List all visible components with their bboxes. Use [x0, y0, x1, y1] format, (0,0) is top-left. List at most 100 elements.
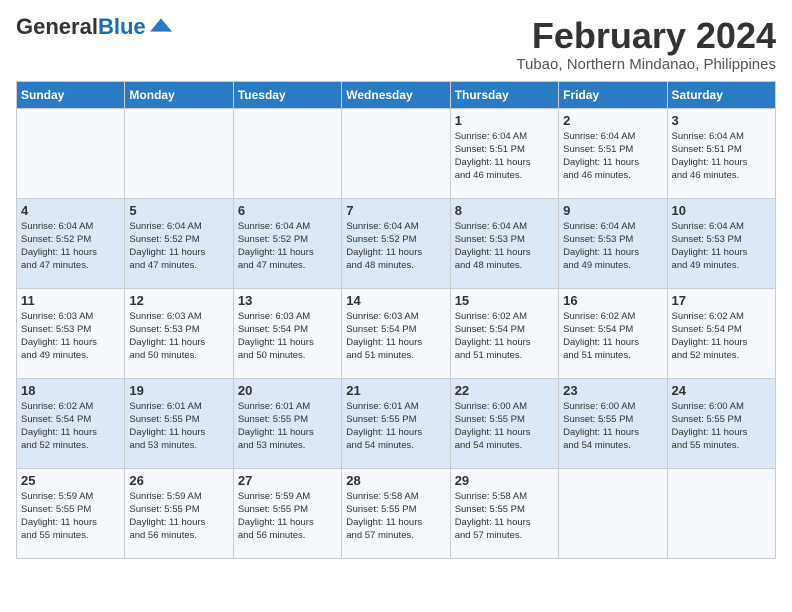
- calendar-cell: 22 Sunrise: 6:00 AM Sunset: 5:55 PM Dayli…: [450, 378, 558, 468]
- calendar-cell: 16 Sunrise: 6:02 AM Sunset: 5:54 PM Dayli…: [559, 288, 667, 378]
- day-info: Sunrise: 5:59 AM Sunset: 5:55 PM Dayligh…: [238, 490, 337, 543]
- day-number: 6: [238, 203, 337, 218]
- day-info: Sunrise: 6:03 AM Sunset: 5:54 PM Dayligh…: [238, 310, 337, 363]
- calendar-cell: 12Sunrise: 6:03 AM Sunset: 5:53 PM Dayli…: [125, 288, 233, 378]
- weekday-header-wednesday: Wednesday: [342, 81, 450, 108]
- calendar-cell: 7Sunrise: 6:04 AM Sunset: 5:52 PM Daylig…: [342, 198, 450, 288]
- calendar-cell: [559, 468, 667, 558]
- day-info: Sunrise: 6:04 AM Sunset: 5:52 PM Dayligh…: [238, 220, 337, 273]
- calendar-cell: 4 Sunrise: 6:04 AM Sunset: 5:52 PM Daylig…: [17, 198, 125, 288]
- calendar-cell: 8Sunrise: 6:04 AM Sunset: 5:53 PM Daylig…: [450, 198, 558, 288]
- weekday-header-sunday: Sunday: [17, 81, 125, 108]
- month-year: February 2024: [516, 16, 776, 56]
- day-info: Sunrise: 6:00 AM Sunset: 5:55 PM Dayligh…: [563, 400, 662, 453]
- day-number: 19: [129, 383, 228, 398]
- calendar-week-row: 25 Sunrise: 5:59 AM Sunset: 5:55 PM Dayli…: [17, 468, 776, 558]
- calendar-cell: 5 Sunrise: 6:04 AM Sunset: 5:52 PM Daylig…: [125, 198, 233, 288]
- day-number: 27: [238, 473, 337, 488]
- day-info: Sunrise: 6:03 AM Sunset: 5:53 PM Dayligh…: [129, 310, 228, 363]
- day-info: Sunrise: 6:02 AM Sunset: 5:54 PM Dayligh…: [672, 310, 771, 363]
- day-number: 2: [563, 113, 662, 128]
- day-info: Sunrise: 6:03 AM Sunset: 5:53 PM Dayligh…: [21, 310, 120, 363]
- day-info: Sunrise: 6:02 AM Sunset: 5:54 PM Dayligh…: [455, 310, 554, 363]
- calendar-cell: [17, 108, 125, 198]
- logo-general: General: [16, 14, 98, 39]
- day-number: 11: [21, 293, 120, 308]
- logo-text: GeneralBlue: [16, 16, 146, 38]
- day-number: 3: [672, 113, 771, 128]
- day-info: Sunrise: 5:59 AM Sunset: 5:55 PM Dayligh…: [129, 490, 228, 543]
- calendar-week-row: 11 Sunrise: 6:03 AM Sunset: 5:53 PM Dayli…: [17, 288, 776, 378]
- calendar-cell: 3 Sunrise: 6:04 AM Sunset: 5:51 PM Daylig…: [667, 108, 775, 198]
- calendar-cell: 1Sunrise: 6:04 AM Sunset: 5:51 PM Daylig…: [450, 108, 558, 198]
- calendar-cell: 24 Sunrise: 6:00 AM Sunset: 5:55 PM Dayli…: [667, 378, 775, 468]
- day-info: Sunrise: 6:01 AM Sunset: 5:55 PM Dayligh…: [129, 400, 228, 453]
- calendar-table: SundayMondayTuesdayWednesdayThursdayFrid…: [16, 81, 776, 559]
- page-header: GeneralBlue February 2024 Tubao, Norther…: [16, 16, 776, 73]
- weekday-header-monday: Monday: [125, 81, 233, 108]
- calendar-cell: 9 Sunrise: 6:04 AM Sunset: 5:53 PM Daylig…: [559, 198, 667, 288]
- calendar-week-row: 18Sunrise: 6:02 AM Sunset: 5:54 PM Dayli…: [17, 378, 776, 468]
- day-number: 5: [129, 203, 228, 218]
- calendar-cell: 6 Sunrise: 6:04 AM Sunset: 5:52 PM Daylig…: [233, 198, 341, 288]
- calendar-cell: 21 Sunrise: 6:01 AM Sunset: 5:55 PM Dayli…: [342, 378, 450, 468]
- calendar-cell: 2Sunrise: 6:04 AM Sunset: 5:51 PM Daylig…: [559, 108, 667, 198]
- day-number: 25: [21, 473, 120, 488]
- day-number: 29: [455, 473, 554, 488]
- calendar-cell: 10Sunrise: 6:04 AM Sunset: 5:53 PM Dayli…: [667, 198, 775, 288]
- day-number: 10: [672, 203, 771, 218]
- day-number: 9: [563, 203, 662, 218]
- day-info: Sunrise: 6:00 AM Sunset: 5:55 PM Dayligh…: [672, 400, 771, 453]
- day-info: Sunrise: 6:04 AM Sunset: 5:52 PM Dayligh…: [346, 220, 445, 273]
- day-info: Sunrise: 5:58 AM Sunset: 5:55 PM Dayligh…: [455, 490, 554, 543]
- calendar-cell: 25 Sunrise: 5:59 AM Sunset: 5:55 PM Dayli…: [17, 468, 125, 558]
- day-info: Sunrise: 6:03 AM Sunset: 5:54 PM Dayligh…: [346, 310, 445, 363]
- day-number: 14: [346, 293, 445, 308]
- day-number: 26: [129, 473, 228, 488]
- day-info: Sunrise: 6:00 AM Sunset: 5:55 PM Dayligh…: [455, 400, 554, 453]
- logo-arrow-icon: [150, 18, 172, 32]
- calendar-cell: 23 Sunrise: 6:00 AM Sunset: 5:55 PM Dayli…: [559, 378, 667, 468]
- day-number: 20: [238, 383, 337, 398]
- location: Tubao, Northern Mindanao, Philippines: [516, 56, 776, 73]
- day-number: 22: [455, 383, 554, 398]
- day-info: Sunrise: 6:01 AM Sunset: 5:55 PM Dayligh…: [238, 400, 337, 453]
- day-info: Sunrise: 5:59 AM Sunset: 5:55 PM Dayligh…: [21, 490, 120, 543]
- day-number: 21: [346, 383, 445, 398]
- day-number: 1: [455, 113, 554, 128]
- calendar-cell: [233, 108, 341, 198]
- weekday-header-friday: Friday: [559, 81, 667, 108]
- calendar-cell: 14 Sunrise: 6:03 AM Sunset: 5:54 PM Dayli…: [342, 288, 450, 378]
- day-info: Sunrise: 6:02 AM Sunset: 5:54 PM Dayligh…: [21, 400, 120, 453]
- day-info: Sunrise: 6:04 AM Sunset: 5:53 PM Dayligh…: [563, 220, 662, 273]
- calendar-cell: 18Sunrise: 6:02 AM Sunset: 5:54 PM Dayli…: [17, 378, 125, 468]
- calendar-body: 1 Sunrise: 6:04 AM Sunset: 5:51 PM Daylig…: [17, 108, 776, 558]
- calendar-cell: [125, 108, 233, 198]
- calendar-cell: 29 Sunrise: 5:58 AM Sunset: 5:55 PM Dayli…: [450, 468, 558, 558]
- calendar-cell: 20 Sunrise: 6:01 AM Sunset: 5:55 PM Dayli…: [233, 378, 341, 468]
- calendar-cell: 13Sunrise: 6:03 AM Sunset: 5:54 PM Dayli…: [233, 288, 341, 378]
- day-info: Sunrise: 6:04 AM Sunset: 5:51 PM Dayligh…: [672, 130, 771, 183]
- calendar-cell: [342, 108, 450, 198]
- calendar-week-row: 1 Sunrise: 6:04 AM Sunset: 5:51 PM Daylig…: [17, 108, 776, 198]
- weekday-header-saturday: Saturday: [667, 81, 775, 108]
- calendar-cell: [667, 468, 775, 558]
- calendar-cell: 11 Sunrise: 6:03 AM Sunset: 5:53 PM Dayli…: [17, 288, 125, 378]
- day-number: 23: [563, 383, 662, 398]
- day-info: Sunrise: 6:02 AM Sunset: 5:54 PM Dayligh…: [563, 310, 662, 363]
- day-number: 15: [455, 293, 554, 308]
- calendar-cell: 19 Sunrise: 6:01 AM Sunset: 5:55 PM Dayli…: [125, 378, 233, 468]
- day-info: Sunrise: 6:01 AM Sunset: 5:55 PM Dayligh…: [346, 400, 445, 453]
- day-number: 4: [21, 203, 120, 218]
- calendar-cell: 27 Sunrise: 5:59 AM Sunset: 5:55 PM Dayli…: [233, 468, 341, 558]
- weekday-header-row: SundayMondayTuesdayWednesdayThursdayFrid…: [17, 81, 776, 108]
- day-info: Sunrise: 6:04 AM Sunset: 5:52 PM Dayligh…: [21, 220, 120, 273]
- weekday-header-tuesday: Tuesday: [233, 81, 341, 108]
- day-info: Sunrise: 6:04 AM Sunset: 5:52 PM Dayligh…: [129, 220, 228, 273]
- calendar-cell: 17Sunrise: 6:02 AM Sunset: 5:54 PM Dayli…: [667, 288, 775, 378]
- day-number: 16: [563, 293, 662, 308]
- calendar-cell: 26 Sunrise: 5:59 AM Sunset: 5:55 PM Dayli…: [125, 468, 233, 558]
- day-number: 24: [672, 383, 771, 398]
- calendar-cell: 28Sunrise: 5:58 AM Sunset: 5:55 PM Dayli…: [342, 468, 450, 558]
- day-number: 28: [346, 473, 445, 488]
